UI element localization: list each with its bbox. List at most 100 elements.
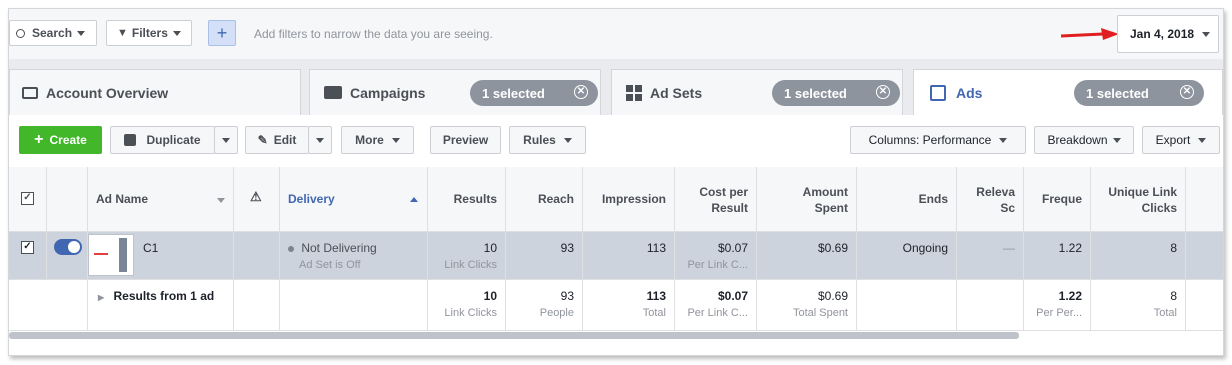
search-button[interactable]: Search [9,20,97,46]
duplicate-button[interactable]: Duplicate [110,126,215,154]
header-delivery[interactable]: Delivery [280,167,428,231]
row-select-cell: ✓ [9,232,47,279]
campaigns-selected-pill[interactable]: 1 selected ✕ [470,80,598,106]
chevron-down-icon [222,137,230,143]
ads-selected-pill[interactable]: 1 selected ✕ [1074,80,1204,106]
summary-label: Results from 1 ad [113,289,215,303]
cell-value: 8 [1170,241,1177,255]
preview-label: Preview [442,133,489,147]
row-delivery: Not Delivering Ad Set is Off [280,232,428,279]
header-unique-link-clicks[interactable]: Unique Link Clicks [1091,167,1186,231]
rules-button[interactable]: Rules [509,126,586,154]
summary-warning-cell [234,280,280,330]
column-label: Results [453,192,497,206]
columns-button[interactable]: Columns: Performance [850,126,1026,154]
ad-name-link[interactable]: C1 [143,241,158,255]
duplicate-label: Duplicate [146,133,201,147]
rules-label: Rules [523,133,556,147]
chevron-down-icon [77,30,86,36]
close-icon[interactable]: ✕ [574,85,588,99]
cell-sub: Total [1153,307,1177,319]
tab-account-overview[interactable]: Account Overview [9,69,301,115]
cell-value: 10 [483,289,497,303]
action-toolbar: + Create Duplicate ✎ Edit More Preview R… [9,115,1223,168]
search-icon [16,28,25,38]
cell-value: 113 [646,289,666,303]
cell-value: 93 [560,241,574,255]
edit-dropdown[interactable] [308,126,332,154]
tab-ad-sets[interactable]: Ad Sets 1 selected ✕ [611,69,903,115]
tab-ads[interactable]: Ads 1 selected ✕ [913,69,1223,116]
row-toggle-cell [47,232,88,279]
cell-value: $0.07 [717,289,748,303]
chevron-down-icon [1198,137,1207,143]
close-icon[interactable]: ✕ [1180,85,1194,99]
cell-value: 8 [1170,289,1177,303]
cell-value: 10 [483,241,497,255]
cell-sub: Per Per... [1036,307,1082,319]
add-filter-button[interactable]: + [208,20,236,46]
chevron-down-icon [563,137,572,143]
status-dot-icon [288,246,294,252]
chevron-down-icon [999,137,1008,143]
header-reach[interactable]: Reach [506,167,583,231]
create-button[interactable]: + Create [19,126,102,154]
pill-label: 1 selected [482,85,545,101]
expand-triangle-icon[interactable]: ▶ [98,293,104,302]
table-row[interactable]: ✓ C1 Not Delivering Ad Set is Off 10 Lin… [9,232,1223,280]
header-frequency[interactable]: Freque [1024,167,1091,231]
ad-thumbnail[interactable] [88,234,134,276]
plus-icon: + [216,22,228,43]
row-impression: 113 [583,232,675,279]
row-ad-name: C1 [88,232,234,279]
summary-impression: 113 Total [583,280,675,330]
breakdown-button[interactable]: Breakdown [1034,126,1134,154]
pill-label: 1 selected [1086,85,1149,101]
summary-amount-spent: $0.69 Total Spent [757,280,857,330]
breakdown-label: Breakdown [1047,133,1108,147]
cell-sub: Total Spent [792,307,848,319]
column-label: Clicks [1141,201,1177,215]
column-label: Releva [976,185,1015,199]
header-ad-name[interactable]: Ad Name [88,167,234,231]
search-label: Search [32,26,73,40]
header-relevance-score[interactable]: Releva Sc [957,167,1024,231]
header-ends[interactable]: Ends [857,167,957,231]
chevron-down-icon [1112,137,1121,143]
cell-value: 1.22 [1058,241,1082,255]
date-range-button[interactable]: Jan 4, 2018 [1117,15,1219,53]
pencil-icon: ✎ [257,133,268,147]
duplicate-dropdown[interactable] [214,126,238,154]
horizontal-scrollbar[interactable] [9,332,1019,339]
header-amount-spent[interactable]: Amount Spent [757,167,857,231]
column-label: Freque [1041,192,1082,206]
cell-value: 113 [646,241,666,255]
tab-campaigns[interactable]: Campaigns 1 selected ✕ [309,69,601,115]
row-unique-link-clicks: 8 [1091,232,1186,279]
edit-button[interactable]: ✎ Edit [245,126,309,154]
ad-sets-selected-pill[interactable]: 1 selected ✕ [772,80,900,106]
grid-icon [626,84,642,101]
row-checkbox[interactable]: ✓ [21,241,34,254]
select-all-checkbox[interactable]: ✓ [21,192,34,205]
row-warning-cell [234,232,280,279]
filters-button[interactable]: ▼ Filters [106,20,192,46]
ad-on-off-toggle[interactable] [54,239,82,255]
cell-value: — [1003,241,1015,255]
summary-delivery-cell [280,280,428,330]
export-button[interactable]: Export [1142,126,1220,154]
preview-button[interactable]: Preview [430,126,501,154]
row-results: 10 Link Clicks [428,232,506,279]
columns-label: Columns: Performance [868,133,992,147]
header-results[interactable]: Results [428,167,506,231]
filter-bar: Search ▼ Filters + Add filters to narrow… [9,9,1223,60]
summary-row: ▶ Results from 1 ad 10 Link Clicks 93 Pe… [9,280,1223,331]
export-label: Export [1155,133,1191,147]
pill-label: 1 selected [784,85,847,101]
header-cost-per-result[interactable]: Cost per Result [675,167,757,231]
more-button[interactable]: More [341,126,414,154]
header-impression[interactable]: Impression [583,167,675,231]
delivery-status: Not Delivering [301,241,377,255]
filter-hint: Add filters to narrow the data you are s… [254,27,493,41]
close-icon[interactable]: ✕ [876,85,890,99]
